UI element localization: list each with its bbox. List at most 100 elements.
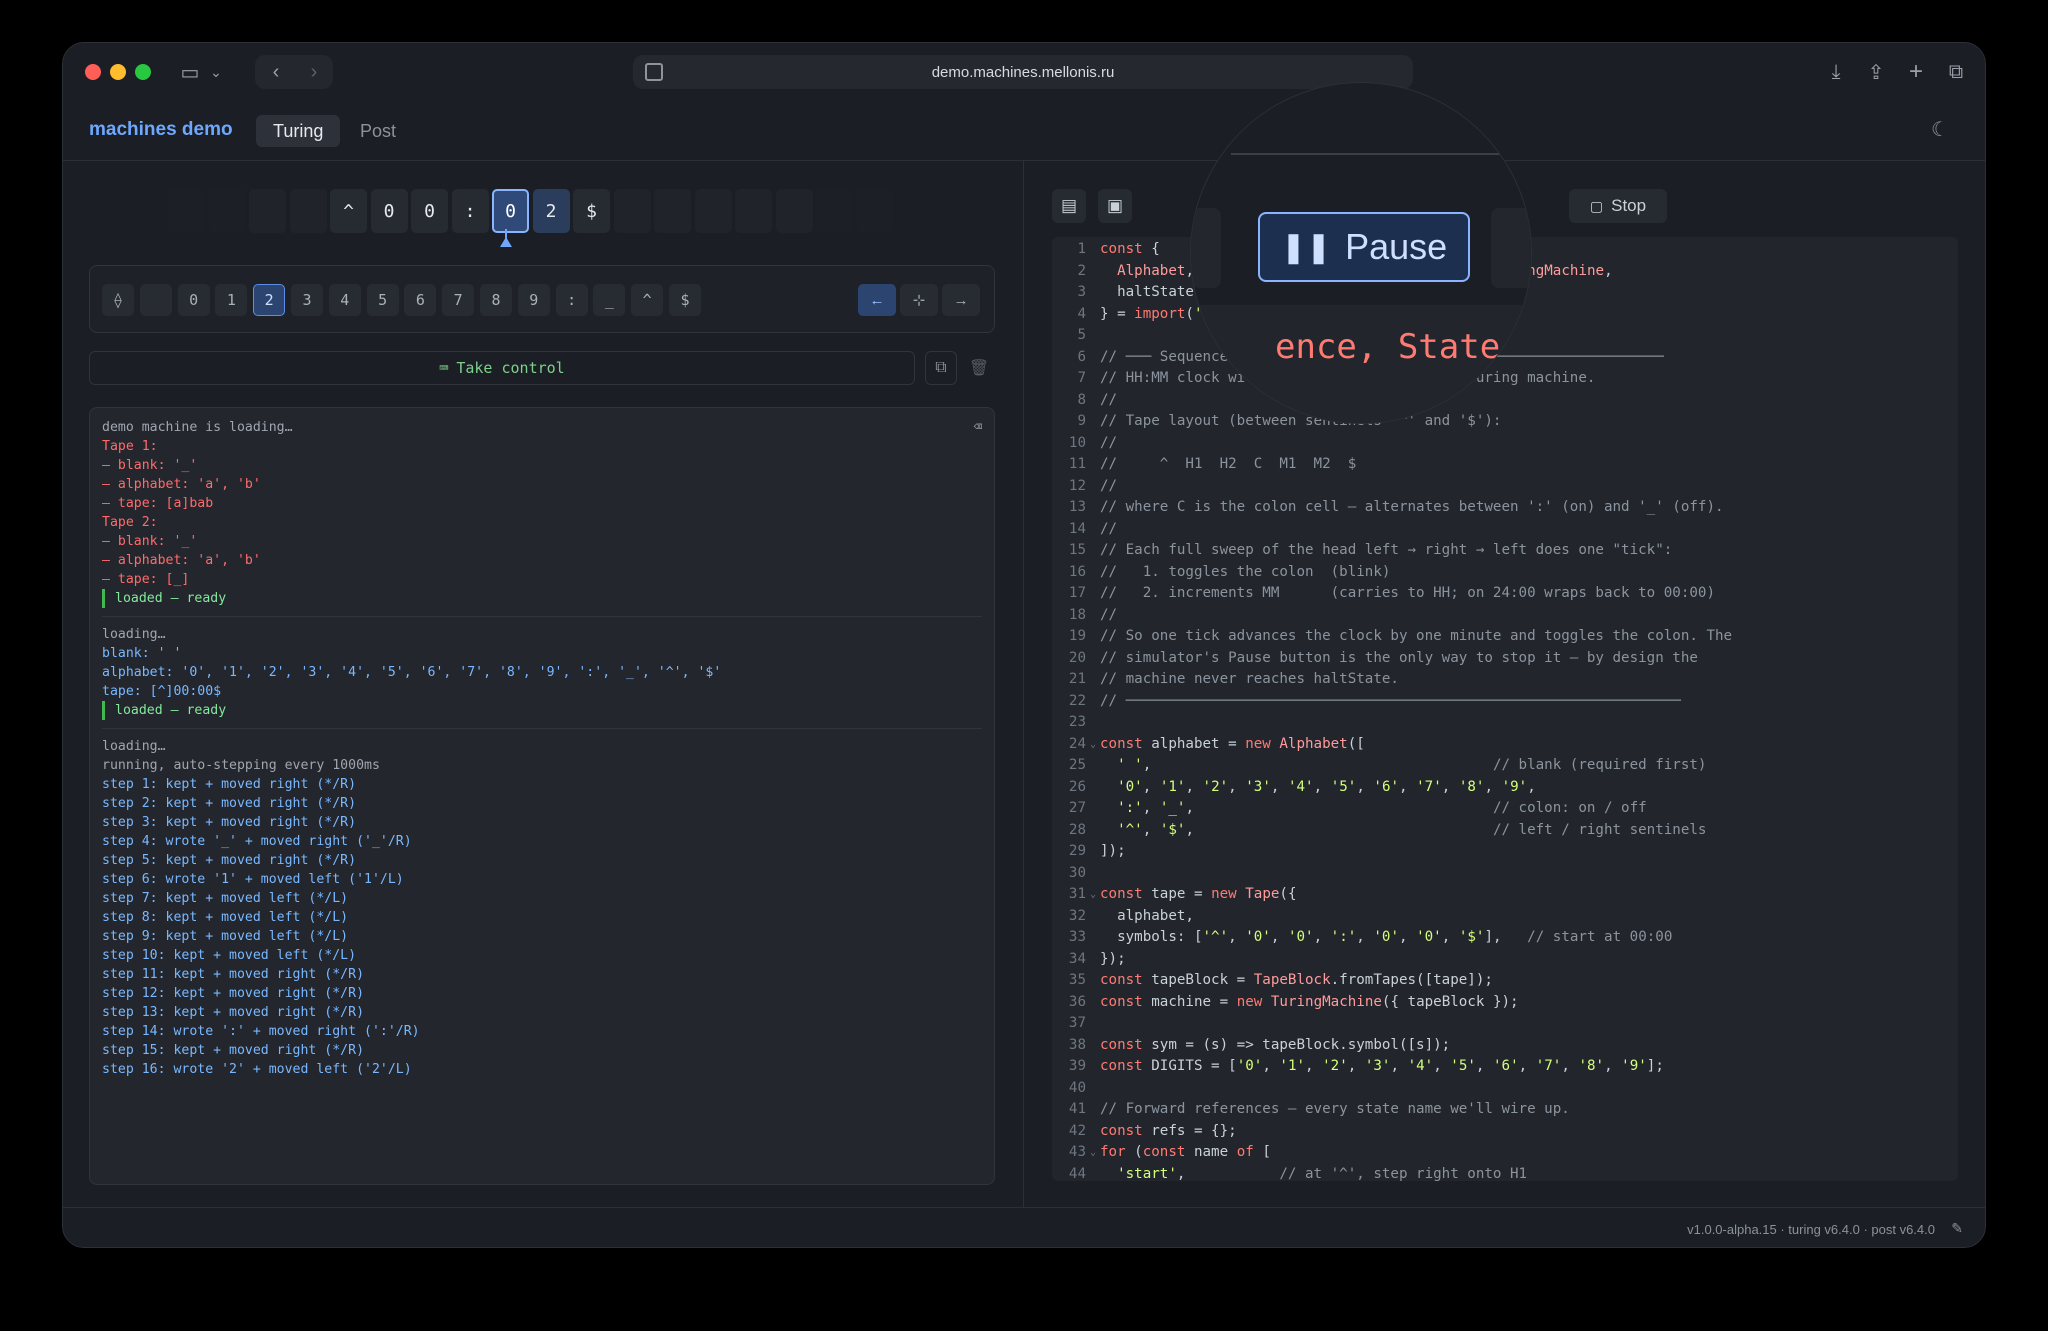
take-control-button[interactable]: ⌨ Take control [89, 351, 915, 385]
fold-chevron-icon[interactable]: ⌄ [1090, 884, 1096, 905]
site-settings-icon[interactable] [645, 63, 663, 81]
file-icon[interactable]: ▤ [1052, 189, 1086, 223]
tape-cell[interactable] [654, 189, 691, 233]
code-text: const machine = new TuringMachine({ tape… [1100, 993, 1519, 1010]
tape-cell[interactable] [735, 189, 772, 233]
code-text: 'start', // at '^', step right onto H1 [1117, 1165, 1528, 1182]
close-window-button[interactable] [85, 64, 101, 80]
share-icon[interactable]: ⇪ [1861, 57, 1891, 87]
tape-cell[interactable]: $ [573, 189, 610, 233]
fold-chevron-icon[interactable]: ⌄ [1090, 1142, 1096, 1163]
code-line: 38 const sym = (s) => tapeBlock.symbol([s… [1052, 1035, 1450, 1056]
log-separator [102, 616, 982, 617]
tape-cell[interactable]: : [451, 189, 489, 233]
tape-cell[interactable] [775, 189, 813, 233]
tape-cell[interactable] [289, 189, 327, 233]
palette-symbol[interactable]: 9 [517, 284, 550, 316]
tape-cell[interactable]: ^ [330, 189, 367, 233]
code-line: 3 haltState, [1052, 282, 1203, 303]
palette-symbol[interactable]: 2 [253, 284, 286, 316]
tape-cell[interactable] [168, 189, 205, 233]
download-icon[interactable]: ⤓ [1821, 57, 1851, 87]
log-line: Tape 1: [102, 439, 158, 454]
save-icon[interactable]: ▣ [1098, 189, 1132, 223]
code-line: 42 const refs = {}; [1052, 1121, 1237, 1142]
tape-cell[interactable] [816, 189, 853, 233]
clear-log-icon[interactable]: ⌫ [974, 418, 982, 437]
line-number: 16 [1068, 563, 1086, 580]
moon-icon[interactable]: ☾ [1931, 117, 1955, 141]
center-head-button[interactable]: ⊹ [900, 284, 938, 316]
tab-overview-icon[interactable]: ⧉ [1941, 57, 1971, 87]
tape-cell[interactable] [208, 189, 246, 233]
line-number: 44 [1068, 1165, 1086, 1182]
palette-symbol[interactable]: 4 [328, 284, 361, 316]
tab-post[interactable]: Post [343, 115, 413, 147]
palette-symbol[interactable]: $ [669, 284, 701, 316]
tape-cell[interactable] [856, 189, 894, 233]
line-number: 42 [1068, 1122, 1086, 1139]
back-icon[interactable]: ‹ [259, 57, 293, 87]
line-number: 2 [1077, 262, 1086, 279]
move-left-button[interactable]: ← [858, 284, 896, 316]
tape-cell[interactable] [694, 189, 732, 233]
palette-symbol[interactable]: 5 [366, 284, 399, 316]
palette-symbol[interactable] [139, 284, 172, 316]
code-line: 23 [1052, 712, 1100, 733]
stop-button[interactable]: ▢ Stop [1569, 189, 1667, 223]
line-number: 13 [1068, 499, 1086, 515]
fold-chevron-icon[interactable]: ⌄ [1090, 734, 1096, 755]
code-line: 16 // 1. toggles the colon (blink) [1052, 562, 1391, 583]
lens-right-button [1491, 208, 1531, 288]
log-line: loading… [102, 627, 166, 642]
palette-symbol[interactable]: 3 [291, 284, 323, 316]
code-line: 32 alphabet, [1052, 906, 1194, 927]
code-text: // [1100, 391, 1118, 408]
tape-cell[interactable] [249, 189, 286, 233]
palette-symbol[interactable]: ^ [631, 284, 664, 316]
new-tab-icon[interactable]: + [1901, 57, 1931, 87]
minimize-window-button[interactable] [110, 64, 126, 80]
symbol-palette: ← ⊹ → ⟠ 0 1 2 3 4 5 6 7 8 9: _ ^ $ [89, 265, 995, 333]
version-info: v1.0.0-alpha.15 · turing v6.4.0 · post v… [1687, 1222, 1935, 1237]
log-line: Tape 2: [102, 515, 158, 530]
code-text: ':', '_', // colon: on / off [1117, 800, 1647, 816]
log-line: step 14: wrote ':' + moved right (':'/R) [102, 1024, 420, 1039]
palette-symbol[interactable]: 0 [177, 284, 210, 316]
code-text: ' ', // blank (required first) [1117, 757, 1707, 773]
sidebar-toggle-icon[interactable]: ▭ [175, 57, 205, 87]
chevron-down-icon[interactable]: ⌄ [205, 57, 227, 87]
palette-symbol[interactable]: 1 [215, 284, 248, 316]
log-line: step 6: wrote '1' + moved left ('1'/L) [102, 872, 404, 887]
stop-icon: ▢ [1589, 197, 1604, 214]
feedback-icon[interactable]: ✎ [1951, 1220, 1963, 1237]
address-bar[interactable]: demo.machines.mellonis.ru [633, 55, 1413, 89]
tab-turing[interactable]: Turing [256, 115, 341, 147]
palette-symbol[interactable]: ⟠ [102, 284, 134, 316]
code-text: // where C is the colon cell — alternate… [1100, 499, 1724, 515]
pause-button[interactable]: ❚❚ Pause [1258, 212, 1470, 282]
tape-cell[interactable]: 0 [370, 189, 408, 233]
code-line: 30 [1052, 863, 1100, 884]
move-right-button[interactable]: → [942, 284, 980, 316]
palette-symbol[interactable]: 7 [442, 284, 475, 316]
code-line: 26 '0', '1', '2', '3', '4', '5', '6', '7… [1052, 777, 1536, 798]
brand-title[interactable]: machines demo [89, 119, 233, 141]
maximize-window-button[interactable] [135, 64, 151, 80]
tape-cell-head[interactable]: 0 [492, 189, 529, 233]
tape-cell[interactable]: 2 [532, 189, 570, 233]
tape-cell[interactable]: 0 [411, 189, 448, 233]
code-text: haltState, [1100, 284, 1203, 300]
palette-symbol[interactable]: : [555, 284, 588, 316]
code-line: 11 // ^ H1 H2 C M1 M2 $ [1052, 454, 1356, 475]
line-number: 32 [1068, 907, 1086, 924]
palette-symbol[interactable]: 6 [404, 284, 437, 316]
palette-symbol[interactable]: 8 [480, 284, 512, 316]
code-text: // [1100, 606, 1118, 623]
forward-icon[interactable]: › [297, 57, 331, 87]
trash-icon[interactable]: 🗑 [963, 351, 995, 385]
tape-cell[interactable] [613, 189, 651, 233]
palette-symbol[interactable]: _ [593, 284, 626, 316]
code-text: }); [1100, 950, 1126, 967]
copy-icon[interactable]: ⧉ [925, 351, 957, 385]
